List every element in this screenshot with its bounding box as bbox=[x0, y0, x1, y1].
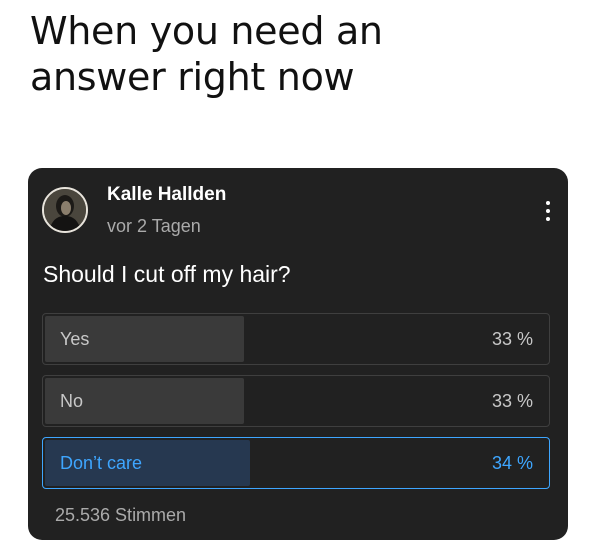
poll-option-dont-care[interactable]: Don’t care 34 % bbox=[42, 437, 550, 489]
poll-option-percent: 34 % bbox=[491, 453, 533, 473]
poll-option-label: No bbox=[60, 391, 84, 411]
author-name[interactable]: Kalle Hallden bbox=[107, 184, 226, 206]
meme-caption: When you need an answer right now bbox=[30, 8, 570, 100]
vertical-ellipsis-icon bbox=[546, 201, 550, 205]
caption-line-2: answer right now bbox=[30, 55, 355, 99]
poll-option-no[interactable]: No 33 % bbox=[42, 375, 550, 427]
poll-option-percent: 33 % bbox=[491, 329, 533, 349]
caption-line-1: When you need an bbox=[30, 9, 383, 53]
post-timestamp: vor 2 Tagen bbox=[107, 216, 201, 236]
poll-option-label: Yes bbox=[60, 329, 90, 349]
poll-question: Should I cut off my hair? bbox=[43, 261, 291, 287]
poll-option-yes[interactable]: Yes 33 % bbox=[42, 313, 550, 365]
vote-count: 25.536 Stimmen bbox=[55, 505, 187, 525]
community-poll-post: Kalle Hallden vor 2 Tagen Should I cut o… bbox=[28, 168, 568, 540]
avatar[interactable] bbox=[42, 187, 88, 233]
more-options-button[interactable] bbox=[536, 196, 560, 226]
poll-option-percent: 33 % bbox=[491, 391, 533, 411]
poll-option-label: Don’t care bbox=[60, 453, 143, 473]
profile-photo-icon bbox=[44, 189, 86, 231]
